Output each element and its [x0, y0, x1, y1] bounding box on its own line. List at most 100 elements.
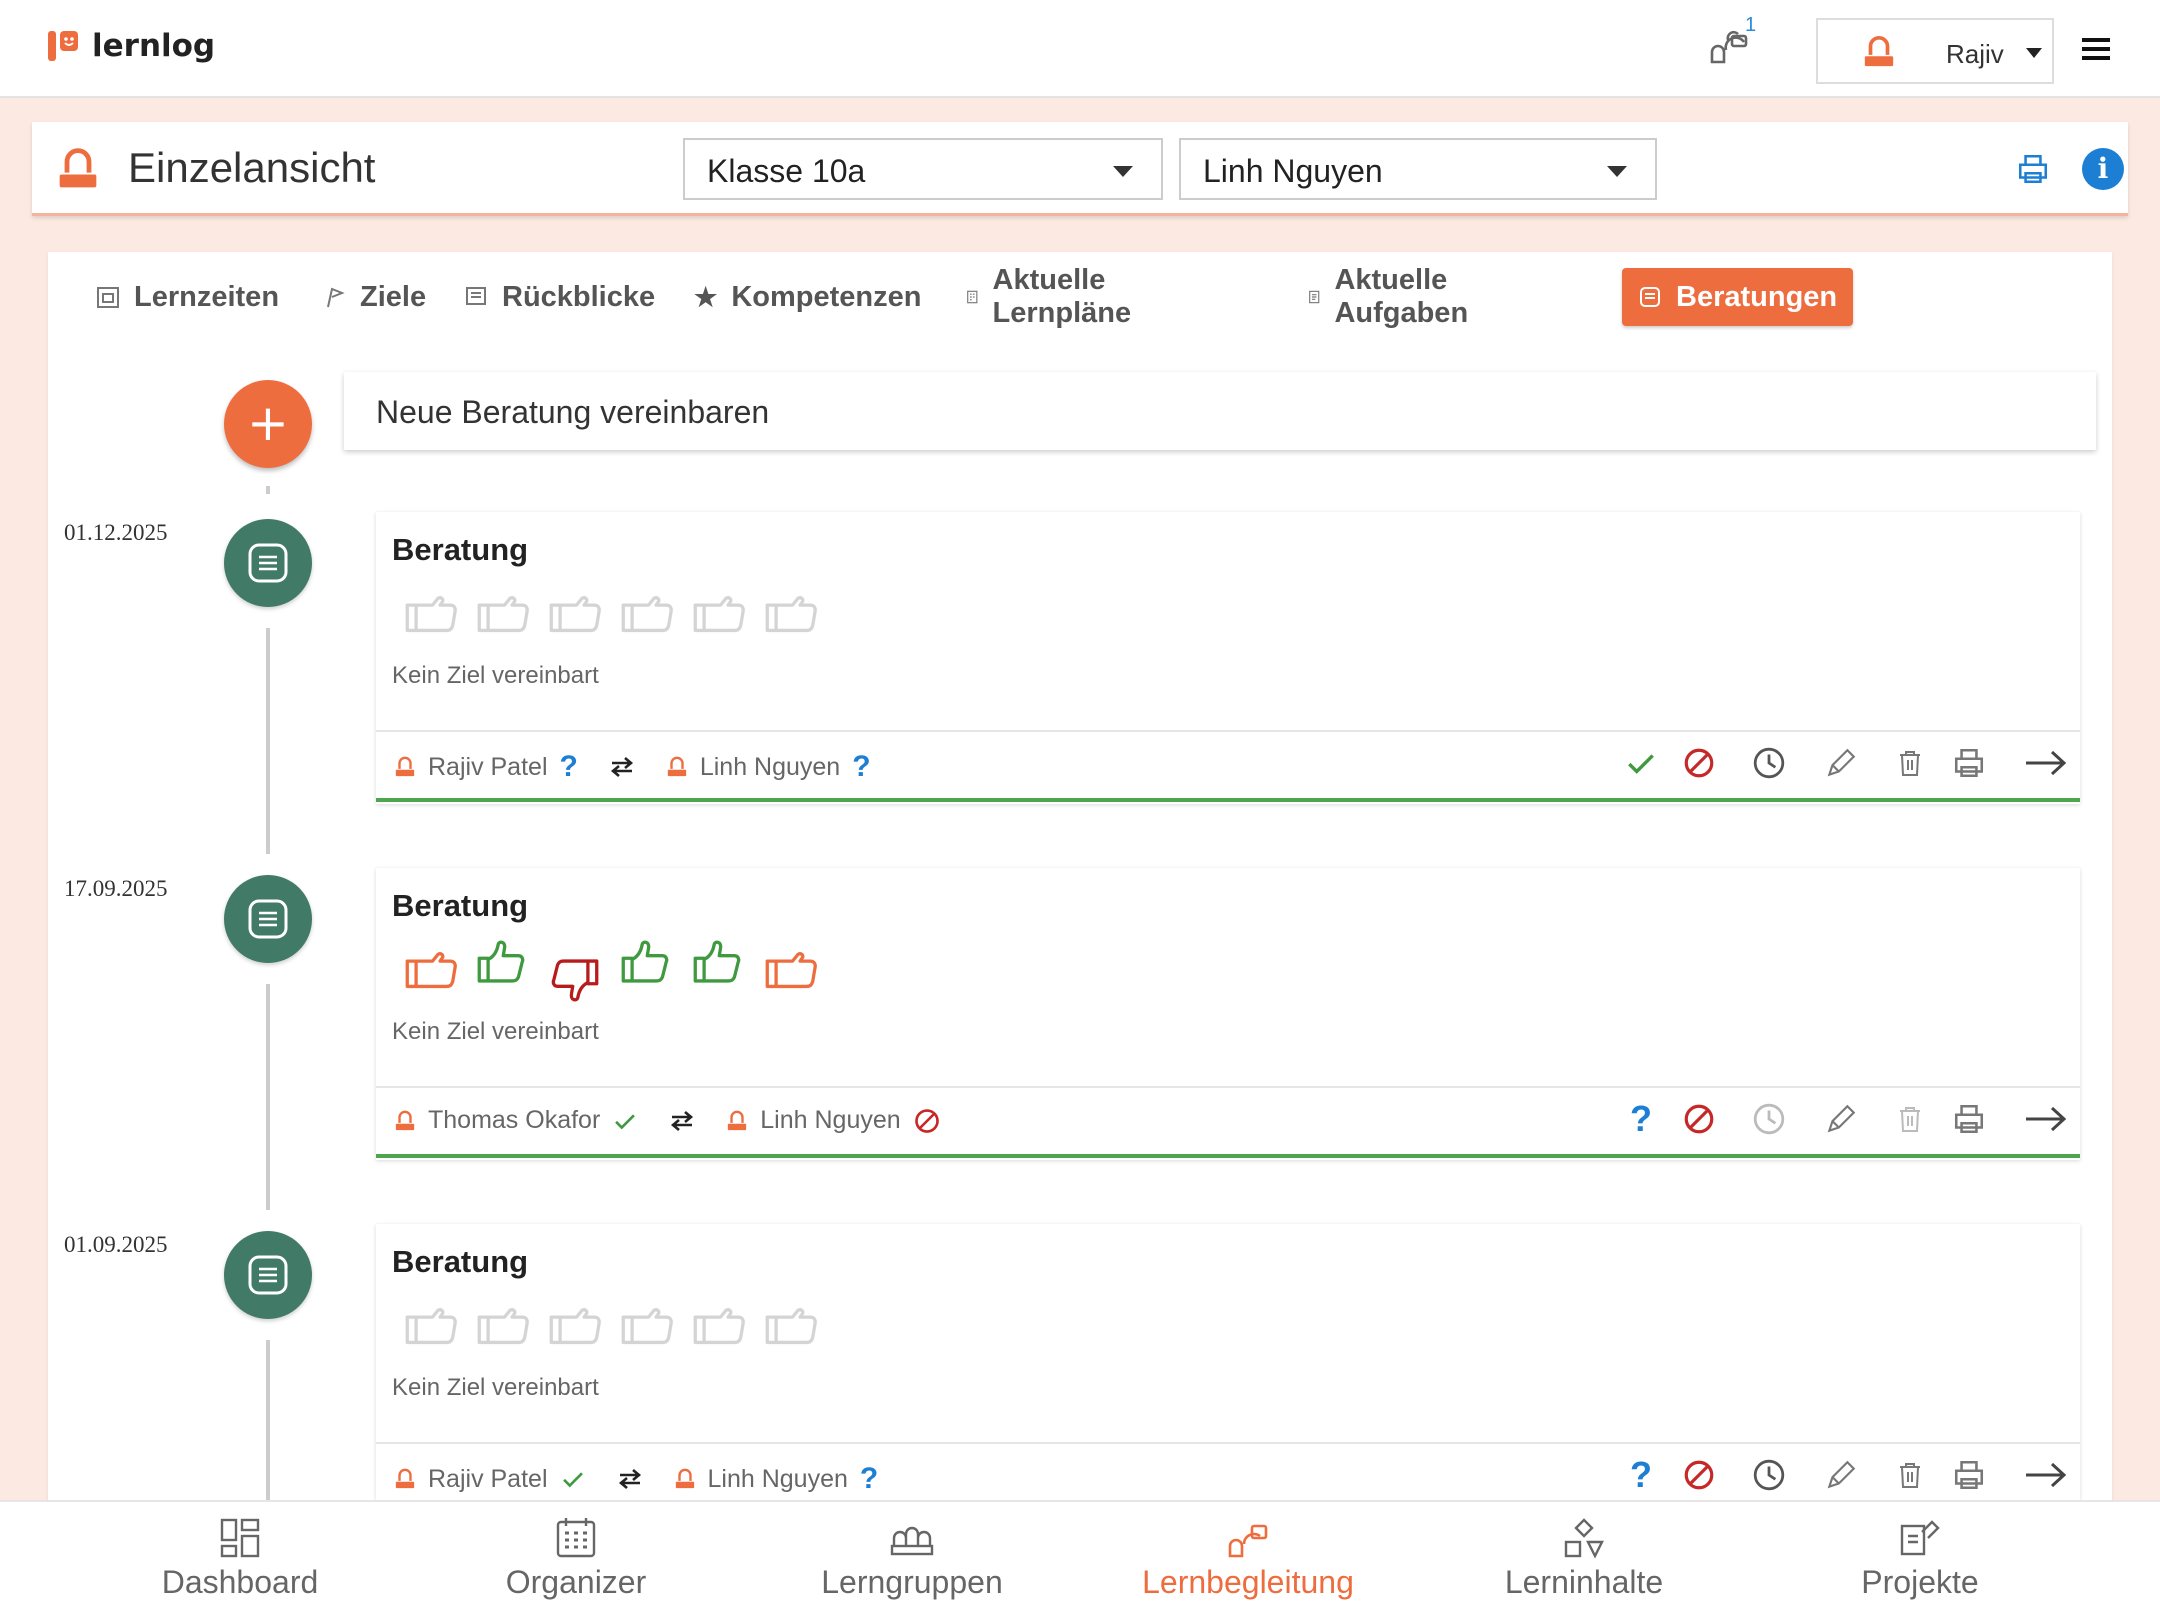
question-icon[interactable]: ?	[1630, 1454, 1652, 1496]
student-select-value: Linh Nguyen	[1203, 153, 1383, 189]
dashboard-icon	[220, 1518, 260, 1558]
class-select[interactable]: Klasse 10a	[683, 138, 1163, 200]
card-footer: Thomas Okafor Linh Nguyen ?	[376, 1086, 2080, 1158]
printer-icon[interactable]	[1952, 746, 1986, 780]
goal-text: Kein Ziel vereinbart	[392, 1374, 599, 1401]
new-consultation-label: Neue Beratung vereinbaren	[376, 394, 770, 430]
tab-label: Rückblicke	[502, 280, 656, 313]
thumb-rating-icon[interactable]	[618, 1302, 674, 1350]
pencil-icon[interactable]	[1824, 1458, 1858, 1492]
student-icon	[56, 144, 100, 194]
consultation-date: 17.09.2025	[64, 876, 168, 901]
nav-dashboard[interactable]: Dashboard	[90, 1516, 390, 1601]
card-footer: Rajiv Patel ? Linh Nguyen ?	[376, 730, 2080, 802]
clock-icon[interactable]	[1752, 746, 1786, 780]
chevron-down-icon	[1113, 166, 1133, 177]
pencil-icon[interactable]	[1824, 746, 1858, 780]
plan-icon	[967, 290, 978, 304]
pencil-icon[interactable]	[1824, 1102, 1858, 1136]
user-name: Rajiv	[1946, 39, 2004, 69]
ban-icon[interactable]	[1682, 1102, 1716, 1136]
clock-icon[interactable]	[1752, 1102, 1786, 1136]
thumb-rating-icon[interactable]	[474, 1302, 530, 1350]
nav-label: Organizer	[505, 1564, 647, 1600]
trash-icon[interactable]	[1894, 746, 1926, 780]
thumb-neutral-icon[interactable]	[762, 946, 818, 994]
consultation-doc-icon	[246, 541, 290, 585]
new-consultation-field[interactable]: Neue Beratung vereinbaren	[344, 372, 2096, 450]
ban-icon[interactable]	[1682, 1458, 1716, 1492]
chevron-down-icon	[2026, 48, 2042, 58]
timeline-line	[266, 628, 270, 854]
tab-label: Lernzeiten	[134, 280, 280, 313]
print-button[interactable]	[2016, 152, 2050, 186]
thumb-rating-icon[interactable]	[618, 590, 674, 638]
consultation-card[interactable]: Beratung Kein Ziel vereinbart Rajiv Pate…	[376, 512, 2080, 804]
calendar-grid-icon	[556, 1518, 596, 1558]
consultation-doc-icon	[246, 1253, 290, 1297]
thumb-rating-icon[interactable]	[762, 590, 818, 638]
printer-icon	[2016, 152, 2050, 186]
consultation-title: Beratung	[392, 888, 529, 923]
star-icon: ★	[694, 281, 718, 312]
thumb-up-icon[interactable]	[618, 938, 674, 986]
tab-kompetenzen[interactable]: ★ Kompetenzen	[694, 268, 921, 326]
ban-icon[interactable]	[1682, 746, 1716, 780]
question-icon[interactable]: ?	[1630, 1098, 1652, 1140]
app-name: lernlog	[92, 28, 216, 64]
trash-icon[interactable]	[1894, 1458, 1926, 1492]
thumb-rating-icon[interactable]	[690, 590, 746, 638]
tab-aktuelle-lernplaene[interactable]: Aktuelle Lernpläne	[966, 264, 1141, 329]
thumb-rating-icon[interactable]	[402, 590, 458, 638]
nav-lerninhalte[interactable]: Lerninhalte	[1434, 1516, 1734, 1601]
hamburger-menu-button[interactable]	[2080, 36, 2112, 62]
nav-label: Lerninhalte	[1504, 1564, 1664, 1600]
thumb-up-icon[interactable]	[690, 938, 746, 986]
arrow-right-icon[interactable]	[2024, 746, 2068, 780]
check-icon[interactable]	[1624, 746, 1658, 780]
tab-lernzeiten[interactable]: Lernzeiten	[96, 268, 279, 326]
printer-icon[interactable]	[1952, 1102, 1986, 1136]
thumb-neutral-icon[interactable]	[402, 946, 458, 994]
clock-icon[interactable]	[1752, 1458, 1786, 1492]
tab-rueckblicke[interactable]: Rückblicke	[464, 268, 655, 326]
hamburger-icon	[2082, 38, 2110, 60]
tab-beratungen[interactable]: Beratungen	[1622, 268, 1854, 326]
thumb-rating-icon[interactable]	[402, 1302, 458, 1350]
nav-lernbegleitung[interactable]: Lernbegleitung	[1098, 1516, 1398, 1601]
consultation-card[interactable]: Beratung Kein Ziel vereinbart Thomas Oka…	[376, 868, 2080, 1160]
student-select[interactable]: Linh Nguyen	[1179, 138, 1657, 200]
tab-label: Beratungen	[1676, 280, 1838, 313]
add-consultation-button[interactable]: +	[224, 380, 312, 468]
thumb-rating-icon[interactable]	[546, 1302, 602, 1350]
thumb-up-icon[interactable]	[474, 938, 530, 986]
tab-aktuelle-aufgaben[interactable]: Aktuelle Aufgaben	[1308, 264, 1478, 329]
note-icon	[466, 287, 486, 305]
nav-label: Projekte	[1861, 1564, 1979, 1600]
plus-icon: +	[247, 394, 289, 452]
tab-ziele[interactable]: Ziele	[324, 268, 426, 326]
info-button[interactable]: i	[2082, 148, 2124, 190]
nav-projekte[interactable]: Projekte	[1770, 1516, 2070, 1601]
thumb-rating-icon[interactable]	[762, 1302, 818, 1350]
nav-label: Lernbegleitung	[1142, 1564, 1354, 1600]
user-menu-button[interactable]: Rajiv	[1816, 18, 2054, 84]
printer-icon[interactable]	[1952, 1458, 1986, 1492]
timeline-connector	[266, 486, 270, 494]
trash-icon[interactable]	[1894, 1102, 1926, 1136]
thumb-rating-icon[interactable]	[474, 590, 530, 638]
arrow-right-icon[interactable]	[2024, 1102, 2068, 1136]
user-avatar-icon	[1862, 33, 1896, 71]
info-icon: i	[2097, 152, 2109, 185]
nav-lerngruppen[interactable]: Lerngruppen	[762, 1516, 1062, 1601]
thumb-rating-icon[interactable]	[690, 1302, 746, 1350]
tab-label: Ziele	[360, 280, 427, 313]
arrow-right-icon[interactable]	[2024, 1458, 2068, 1492]
app-logo[interactable]: lernlog	[46, 28, 215, 64]
thumb-down-icon[interactable]	[546, 956, 602, 1004]
rating-row	[402, 946, 818, 1004]
nav-label: Dashboard	[161, 1564, 319, 1600]
consultation-card[interactable]: Beratung Kein Ziel vereinbart Rajiv Pate…	[376, 1224, 2080, 1500]
thumb-rating-icon[interactable]	[546, 590, 602, 638]
nav-organizer[interactable]: Organizer	[426, 1516, 726, 1601]
